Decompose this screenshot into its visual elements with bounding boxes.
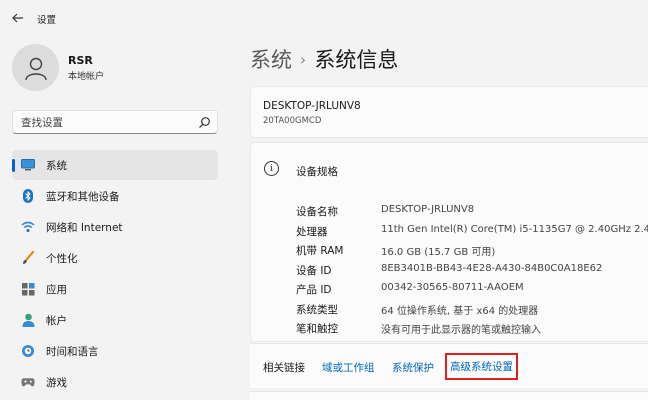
apps-icon — [21, 282, 35, 296]
spec-row: 机带 RAM 16.0 GB (15.7 GB 可用) — [296, 243, 648, 259]
device-name: DESKTOP-JRLUNV8 — [263, 100, 361, 112]
account-type: 本地帐户 — [68, 72, 105, 82]
device-specs-card: i 设备规格 设备名称 DESKTOP-JRLUNV8 处理器 11th Gen… — [250, 142, 648, 342]
sidebar-item-label: 应用 — [46, 283, 67, 296]
person-icon — [21, 313, 35, 327]
specs-header[interactable]: i 设备规格 — [251, 143, 648, 195]
domain-workgroup-link[interactable]: 域或工作组 — [322, 360, 375, 375]
spec-row: 产品 ID 00342-30565-80711-AAOEM — [296, 282, 648, 298]
spec-label: 产品 ID — [296, 284, 332, 296]
spec-label: 设备 ID — [296, 264, 332, 277]
spec-row: 系统类型 64 位操作系统, 基于 x64 的处理器 — [296, 302, 648, 318]
sidebar-item-label: 个性化 — [46, 252, 78, 265]
sidebar-item-accounts[interactable]: 帐户 — [12, 305, 218, 335]
spec-value: 16.0 GB (15.7 GB 可用) — [381, 247, 496, 258]
sidebar-item-label: 蓝牙和其他设备 — [46, 190, 120, 203]
app-title: 设置 — [37, 15, 57, 26]
spec-value: DESKTOP-JRLUNV8 — [381, 204, 475, 215]
breadcrumb-parent[interactable]: 系统 — [250, 48, 292, 72]
brush-icon — [21, 251, 35, 265]
spec-label: 系统类型 — [296, 303, 338, 316]
system-protection-link[interactable]: 系统保护 — [392, 360, 434, 375]
sidebar-item-label: 帐户 — [46, 314, 67, 327]
avatar — [12, 44, 59, 91]
advanced-system-settings-link[interactable]: 高级系统设置 — [445, 353, 518, 380]
sidebar-item-label: 游戏 — [46, 376, 67, 389]
gamepad-icon — [21, 375, 35, 389]
related-links-label: 相关链接 — [263, 362, 305, 374]
back-arrow-icon[interactable] — [10, 10, 26, 26]
page-title: 系统信息 — [314, 48, 399, 72]
search-box[interactable] — [12, 110, 218, 134]
spec-row: 设备名称 DESKTOP-JRLUNV8 — [296, 204, 648, 220]
specs-title: 设备规格 — [296, 166, 338, 178]
spec-row: 处理器 11th Gen Intel(R) Core(TM) i5-1135G7… — [296, 224, 648, 240]
sidebar-item-bluetooth[interactable]: 蓝牙和其他设备 — [12, 181, 218, 211]
breadcrumb: 系统 › 系统信息 — [250, 44, 398, 74]
sidebar-item-personalization[interactable]: 个性化 — [12, 243, 218, 273]
sidebar-item-label: 系统 — [46, 159, 67, 172]
sidebar-item-time-language[interactable]: 时间和语言 — [12, 336, 218, 366]
info-icon: i — [264, 161, 279, 176]
sidebar-item-system[interactable]: 系统 — [12, 150, 218, 180]
related-links-bar: 相关链接 域或工作组 系统保护 高级系统设置 — [250, 343, 648, 388]
person-avatar-icon — [24, 57, 47, 80]
device-model: 20TA00GMCD — [263, 116, 322, 126]
spec-value: 没有可用于此显示器的笔或触控输入 — [381, 325, 541, 336]
sidebar-item-label: 网络和 Internet — [46, 221, 123, 234]
spec-row: 设备 ID 8EB3401B-BB43-4E28-A430-84B0C0A18E… — [296, 263, 648, 279]
spec-value: 11th Gen Intel(R) Core(TM) i5-1135G7 @ 2… — [381, 223, 648, 235]
bluetooth-icon — [21, 189, 35, 203]
spec-value: 8EB3401B-BB43-4E28-A430-84B0C0A18E62 — [381, 262, 603, 274]
spec-value: 00342-30565-80711-AAOEM — [381, 282, 524, 293]
user-name: RSR — [68, 54, 93, 67]
globe-clock-icon — [21, 344, 35, 358]
spec-row: 笔和触控 没有可用于此显示器的笔或触控输入 — [296, 321, 648, 337]
sidebar-item-gaming[interactable]: 游戏 — [12, 367, 218, 397]
sidebar-item-network[interactable]: 网络和 Internet — [12, 212, 218, 242]
spec-label: 笔和触控 — [296, 323, 338, 335]
breadcrumb-separator: › — [300, 50, 307, 69]
wifi-icon — [21, 220, 35, 234]
sidebar-item-label: 时间和语言 — [46, 345, 99, 358]
search-icon[interactable] — [198, 116, 211, 129]
device-card: DESKTOP-JRLUNV8 20TA00GMCD — [250, 86, 648, 138]
title-bar: 设置 — [0, 0, 648, 34]
spec-label: 设备名称 — [296, 206, 338, 218]
monitor-icon — [21, 158, 35, 172]
search-input[interactable] — [21, 115, 191, 130]
sidebar-item-apps[interactable]: 应用 — [12, 274, 218, 304]
next-card-edge — [250, 391, 648, 400]
spec-value: 64 位操作系统, 基于 x64 的处理器 — [381, 305, 539, 317]
sidebar-nav: 系统 蓝牙和其他设备 网络和 Internet 个性化 应用 帐户 时间和语言 … — [12, 150, 218, 398]
spec-label: 处理器 — [296, 225, 328, 238]
active-indicator — [12, 159, 15, 172]
spec-label: 机带 RAM — [296, 245, 344, 257]
